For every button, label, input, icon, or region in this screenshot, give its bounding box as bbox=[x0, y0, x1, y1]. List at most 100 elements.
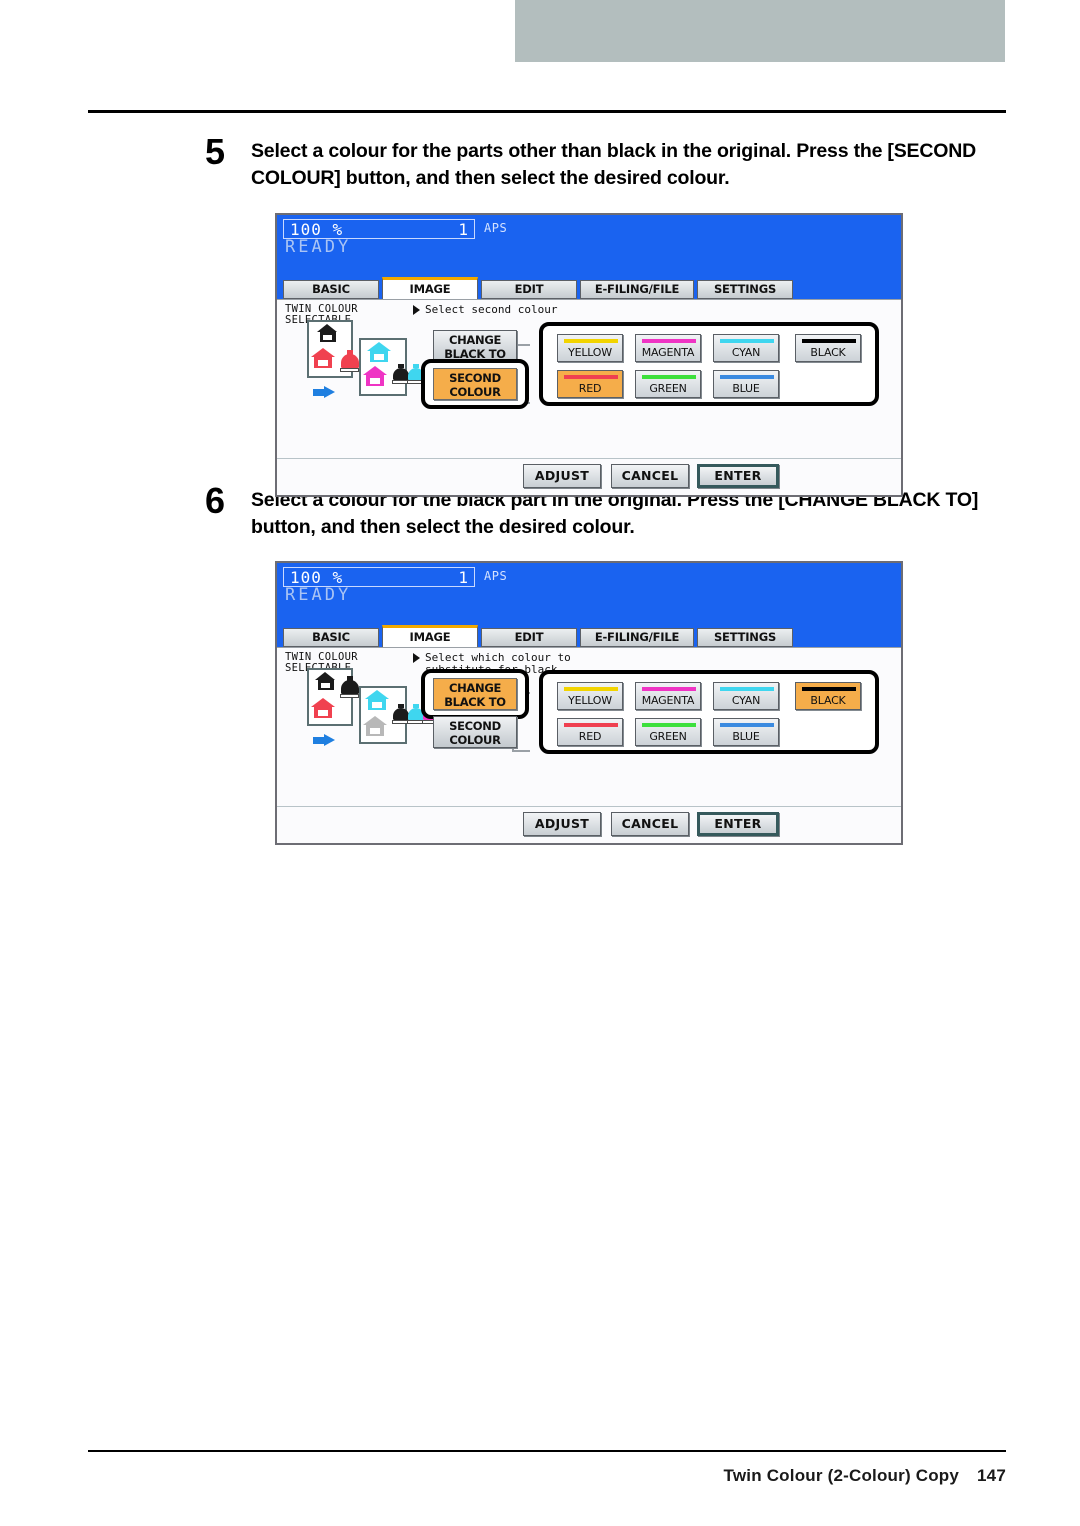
colour-button-label: BLUE bbox=[732, 382, 760, 395]
copier-touch-panel-2: 100 % 1 APS READY BASIC IMAGE EDIT E-FILING/FIL… bbox=[275, 561, 903, 845]
step-instruction-5: Select a colour for the parts other than… bbox=[251, 140, 976, 189]
colour-button-label: RED bbox=[578, 382, 602, 395]
page-number: 147 bbox=[977, 1466, 1006, 1485]
adjust-button[interactable]: ADJUST bbox=[523, 812, 601, 836]
status-text: READY bbox=[285, 237, 352, 257]
copier-touch-panel-1: 100 % 1 APS READY BASIC IMAGE EDIT E-FILING/FIL… bbox=[275, 213, 903, 497]
colour-button-label: BLACK bbox=[810, 694, 846, 707]
mode-button-change-black-to[interactable]: CHANGE BLACK TO bbox=[433, 678, 517, 710]
swatch-magenta-icon bbox=[642, 687, 696, 691]
twin-colour-illustration bbox=[301, 320, 455, 410]
mode-button-change-black-to[interactable]: CHANGE BLACK TO bbox=[433, 330, 517, 362]
original-toner-red-base bbox=[340, 367, 360, 372]
paper-mode-label: APS bbox=[484, 221, 508, 235]
swatch-cyan-icon bbox=[720, 687, 774, 691]
step-number-5: 5 bbox=[205, 131, 226, 172]
colour-button-green[interactable]: GREEN bbox=[635, 370, 701, 398]
adjust-button[interactable]: ADJUST bbox=[523, 464, 601, 488]
swatch-green-icon bbox=[642, 375, 696, 379]
status-text: READY bbox=[285, 585, 352, 605]
tab-image[interactable]: IMAGE bbox=[382, 277, 478, 299]
output-house-grey-roof bbox=[363, 716, 387, 725]
hint-arrow-icon bbox=[413, 653, 420, 663]
original-toner-black-body bbox=[341, 680, 359, 695]
colour-button-yellow[interactable]: YELLOW bbox=[557, 682, 623, 710]
original-house-red-roof bbox=[311, 348, 335, 357]
colour-button-yellow[interactable]: YELLOW bbox=[557, 334, 623, 362]
colour-button-blue[interactable]: BLUE bbox=[713, 370, 779, 398]
tab-edit[interactable]: EDIT bbox=[481, 628, 577, 647]
original-toner-black-base bbox=[340, 693, 360, 698]
colour-button-black[interactable]: BLACK bbox=[795, 334, 861, 362]
colour-button-cyan[interactable]: CYAN bbox=[713, 334, 779, 362]
original-house-black-window bbox=[322, 334, 332, 341]
original-house-black bbox=[315, 672, 337, 690]
step-number-6: 6 bbox=[205, 480, 226, 521]
colour-button-magenta[interactable]: MAGENTA bbox=[635, 334, 701, 362]
output-house-cyan bbox=[367, 342, 391, 362]
colour-button-label: GREEN bbox=[649, 730, 687, 743]
swatch-blue-icon bbox=[720, 375, 774, 379]
output-house-magenta bbox=[363, 366, 387, 386]
cancel-button[interactable]: CANCEL bbox=[611, 464, 689, 488]
enter-button[interactable]: ENTER bbox=[697, 812, 779, 836]
output-house-magenta-roof bbox=[363, 366, 387, 375]
colour-button-red[interactable]: RED bbox=[557, 370, 623, 398]
colour-button-label: RED bbox=[578, 730, 602, 743]
swatch-red-icon bbox=[564, 375, 618, 379]
swatch-black-icon bbox=[802, 339, 856, 343]
header-rule bbox=[88, 110, 1006, 113]
enter-button[interactable]: ENTER bbox=[697, 464, 779, 488]
output-house-magenta-window bbox=[369, 378, 380, 384]
tab-bar: BASIC IMAGE EDIT E-FILING/FILE SETTINGS bbox=[277, 277, 901, 299]
output-house-grey bbox=[363, 716, 387, 736]
tab-e-filing-file[interactable]: E-FILING/FILE bbox=[580, 628, 694, 647]
original-toner-red-body bbox=[341, 354, 359, 369]
tab-image[interactable]: IMAGE bbox=[382, 625, 478, 647]
original-house-red-roof bbox=[311, 698, 335, 707]
swatch-yellow-icon bbox=[564, 687, 618, 691]
page-footer: Twin Colour (2-Colour) Copy 147 bbox=[88, 1466, 1006, 1486]
swatch-green-icon bbox=[642, 723, 696, 727]
tab-edit[interactable]: EDIT bbox=[481, 280, 577, 299]
toner-black-body bbox=[393, 708, 409, 721]
footer-rule bbox=[88, 1450, 1006, 1452]
zoom-copies-box: 100 % 1 bbox=[283, 567, 475, 587]
toner-black-body bbox=[393, 368, 409, 381]
tab-bar: BASIC IMAGE EDIT E-FILING/FILE SETTINGS bbox=[277, 625, 901, 647]
original-house-black-roof bbox=[317, 324, 337, 332]
cancel-button[interactable]: CANCEL bbox=[611, 812, 689, 836]
original-house-black-window bbox=[320, 682, 330, 689]
copy-count-value: 1 bbox=[458, 220, 468, 239]
transform-arrow-head bbox=[324, 734, 335, 746]
swatch-magenta-icon bbox=[642, 339, 696, 343]
output-house-cyan-window bbox=[373, 354, 384, 360]
colour-button-label: MAGENTA bbox=[641, 346, 695, 359]
output-house-cyan-window bbox=[371, 702, 382, 708]
tab-basic[interactable]: BASIC bbox=[283, 628, 379, 647]
colour-button-cyan[interactable]: CYAN bbox=[713, 682, 779, 710]
tab-basic[interactable]: BASIC bbox=[283, 280, 379, 299]
hint-arrow-icon bbox=[413, 305, 420, 315]
colour-button-black[interactable]: BLACK bbox=[795, 682, 861, 710]
colour-button-label: GREEN bbox=[649, 382, 687, 395]
tab-settings[interactable]: SETTINGS bbox=[697, 628, 793, 647]
output-house-cyan-roof bbox=[365, 690, 389, 699]
colour-button-magenta[interactable]: MAGENTA bbox=[635, 682, 701, 710]
swatch-blue-icon bbox=[720, 723, 774, 727]
tab-settings[interactable]: SETTINGS bbox=[697, 280, 793, 299]
original-house-red bbox=[311, 348, 335, 368]
colour-button-label: BLACK bbox=[810, 346, 846, 359]
output-house-grey-window bbox=[369, 728, 380, 734]
tab-e-filing-file[interactable]: E-FILING/FILE bbox=[580, 280, 694, 299]
original-toner-black bbox=[340, 676, 360, 698]
colour-button-red[interactable]: RED bbox=[557, 718, 623, 746]
footer-title: Twin Colour (2-Colour) Copy bbox=[723, 1466, 960, 1485]
mode-button-second-colour[interactable]: SECOND COLOUR bbox=[433, 716, 517, 748]
colour-button-label: BLUE bbox=[732, 730, 760, 743]
colour-button-label: YELLOW bbox=[568, 346, 612, 359]
colour-button-green[interactable]: GREEN bbox=[635, 718, 701, 746]
colour-button-blue[interactable]: BLUE bbox=[713, 718, 779, 746]
colour-button-label: MAGENTA bbox=[641, 694, 695, 707]
mode-button-second-colour[interactable]: SECOND COLOUR bbox=[433, 368, 517, 400]
